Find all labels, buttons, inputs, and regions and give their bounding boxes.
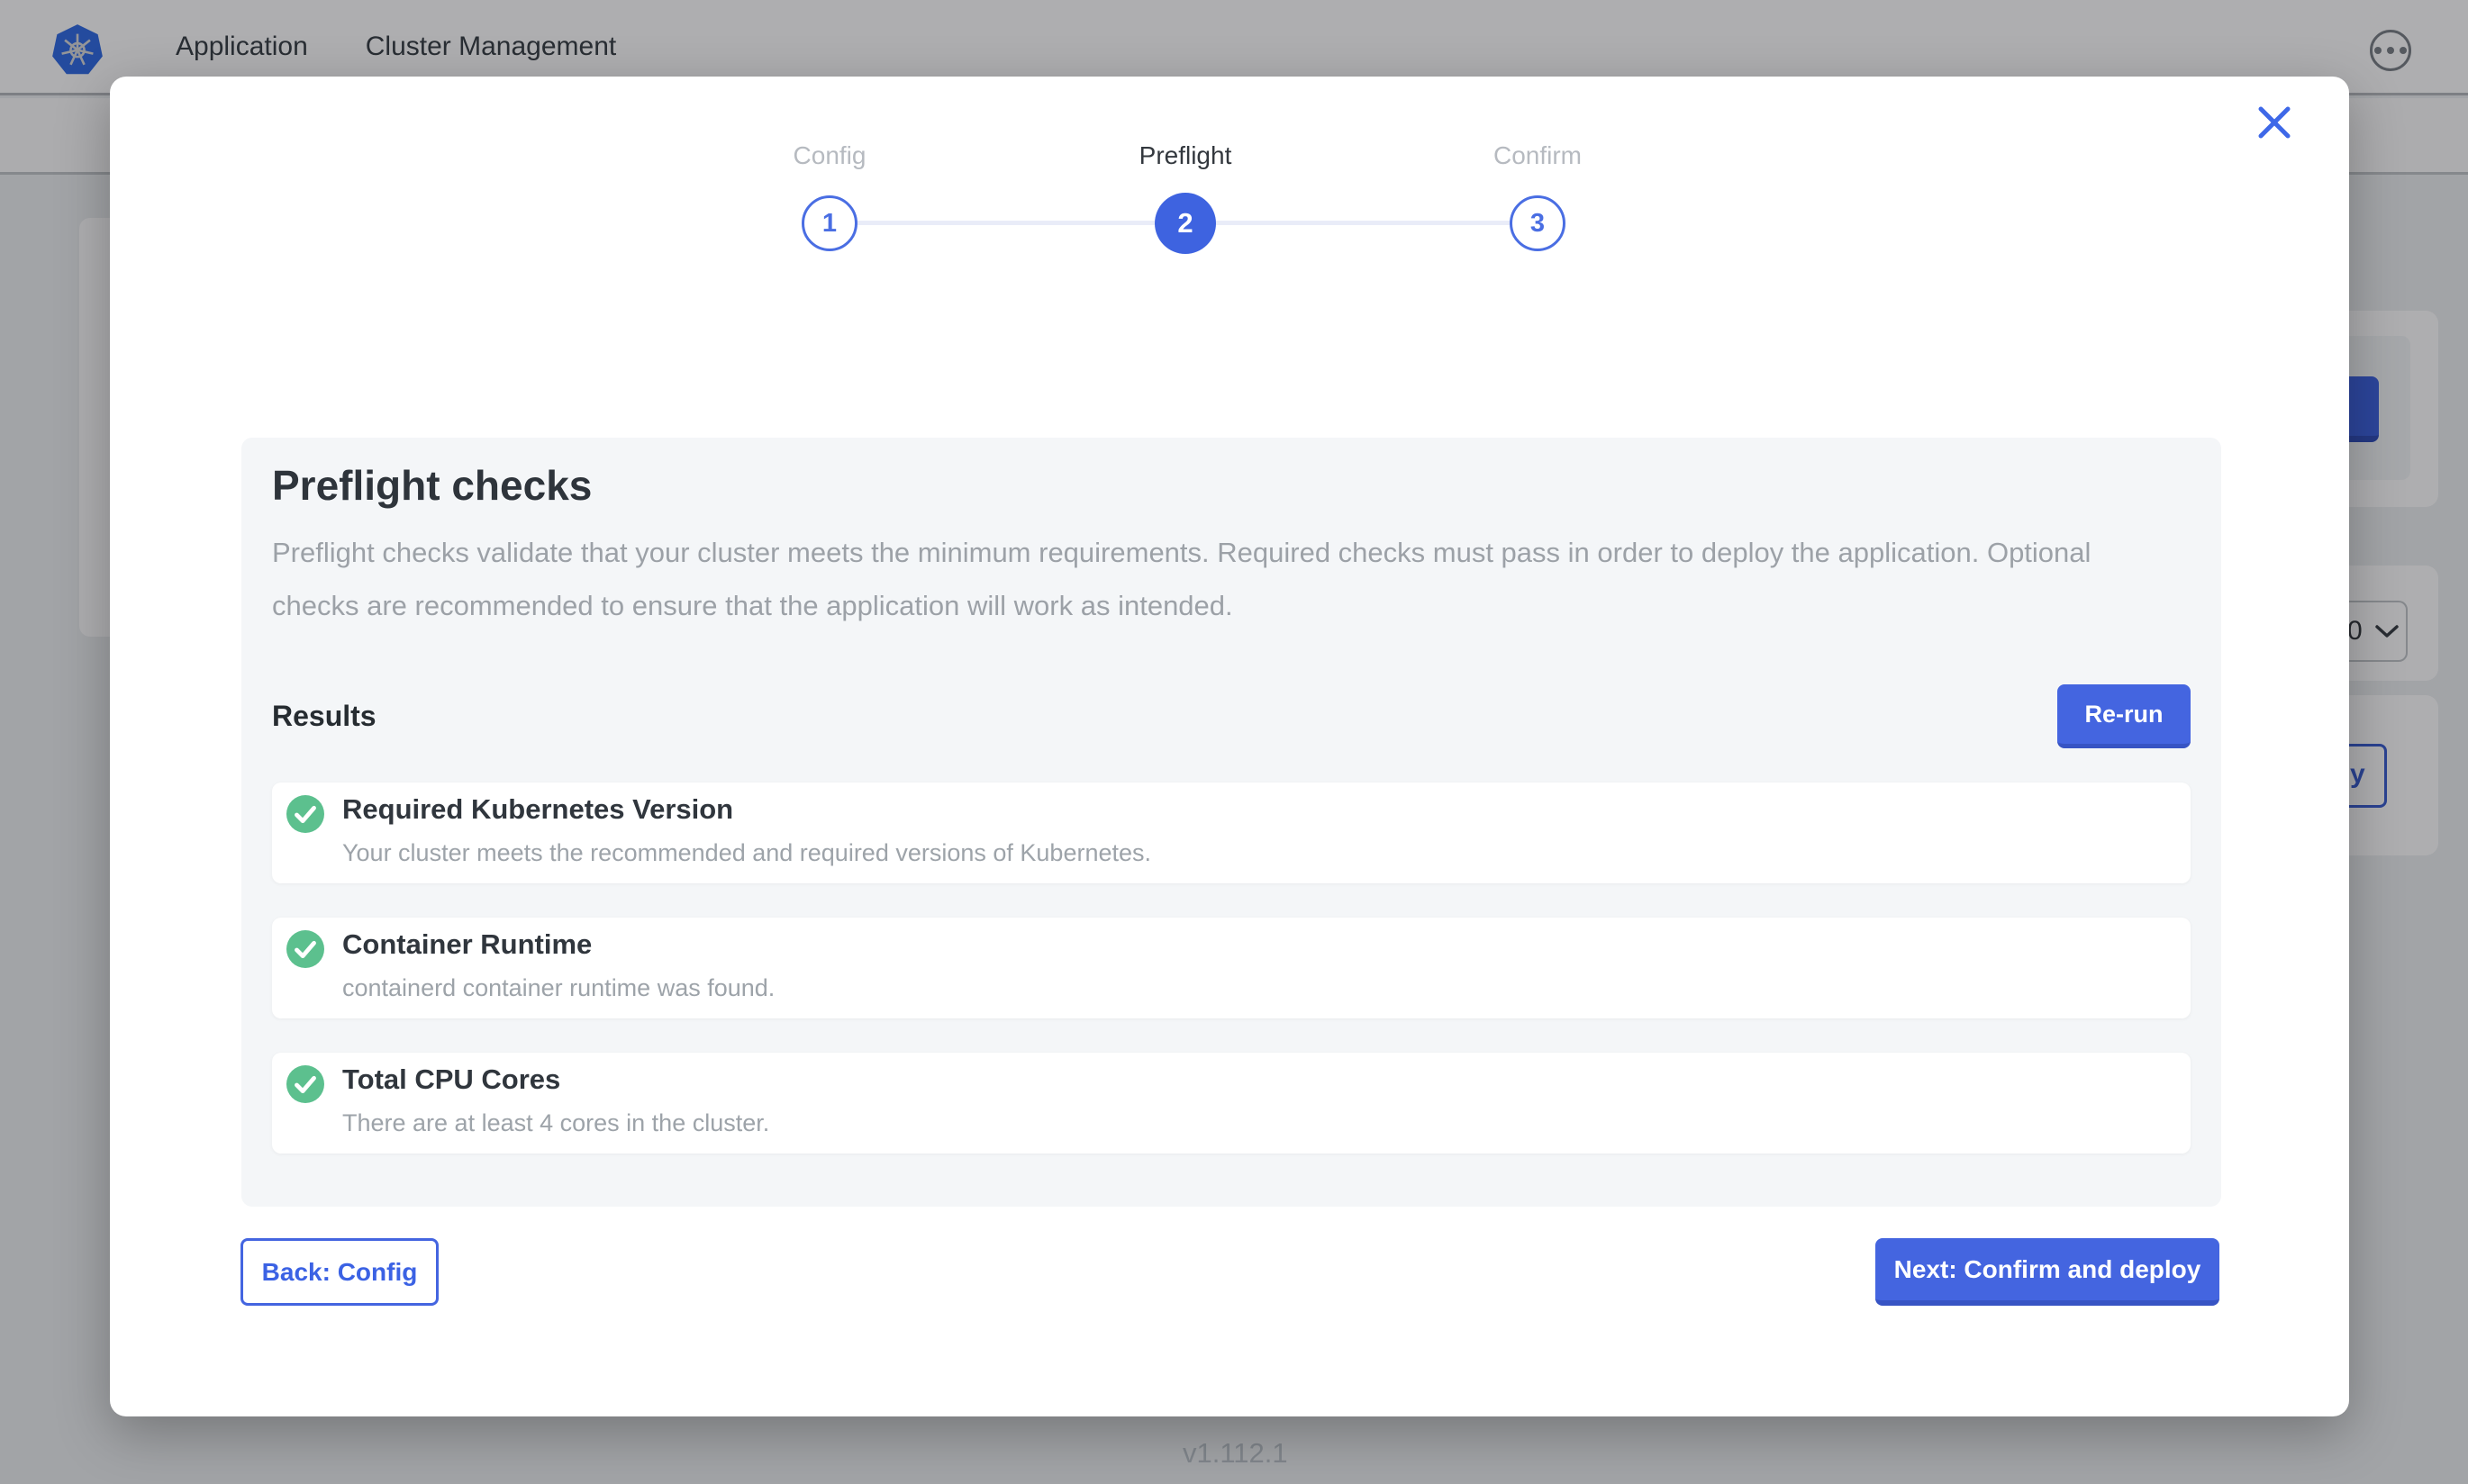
stepper-connector-1 — [830, 221, 1185, 225]
page-title: Preflight checks — [272, 461, 2191, 510]
check-text: Required Kubernetes Version Your cluster… — [342, 792, 1151, 867]
check-circle-icon — [286, 930, 324, 968]
step-confirm-indicator[interactable]: 3 — [1510, 195, 1565, 251]
check-detail: Your cluster meets the recommended and r… — [342, 839, 1151, 867]
step-config-label: Config — [794, 141, 867, 170]
results-header: Results Re-run — [272, 684, 2191, 748]
next-confirm-deploy-button[interactable]: Next: Confirm and deploy — [1875, 1238, 2219, 1306]
rerun-button[interactable]: Re-run — [2057, 684, 2191, 748]
step-preflight-label: Preflight — [1139, 141, 1232, 170]
check-text: Container Runtime containerd container r… — [342, 927, 775, 1002]
check-detail: There are at least 4 cores in the cluste… — [342, 1109, 769, 1137]
check-circle-icon — [286, 795, 324, 833]
check-title: Total CPU Cores — [342, 1062, 769, 1098]
preflight-card: Preflight checks Preflight checks valida… — [241, 438, 2221, 1207]
back-config-button[interactable]: Back: Config — [240, 1238, 439, 1306]
step-config-indicator[interactable]: 1 — [802, 195, 857, 251]
preflight-description: Preflight checks validate that your clus… — [272, 526, 2150, 632]
check-row-kubernetes-version: Required Kubernetes Version Your cluster… — [272, 783, 2191, 883]
stepper-connector-2 — [1185, 221, 1538, 225]
check-row-container-runtime: Container Runtime containerd container r… — [272, 918, 2191, 1018]
close-icon[interactable] — [2248, 96, 2300, 149]
results-label: Results — [272, 700, 377, 733]
preflight-modal: Config Preflight Confirm 1 2 3 Preflight… — [110, 77, 2349, 1416]
check-title: Container Runtime — [342, 927, 775, 963]
check-text: Total CPU Cores There are at least 4 cor… — [342, 1062, 769, 1137]
check-row-total-cpu-cores: Total CPU Cores There are at least 4 cor… — [272, 1053, 2191, 1154]
check-detail: containerd container runtime was found. — [342, 974, 775, 1002]
check-title: Required Kubernetes Version — [342, 792, 1151, 828]
step-confirm-label: Confirm — [1493, 141, 1582, 170]
step-preflight-indicator[interactable]: 2 — [1155, 193, 1216, 254]
check-circle-icon — [286, 1065, 324, 1103]
